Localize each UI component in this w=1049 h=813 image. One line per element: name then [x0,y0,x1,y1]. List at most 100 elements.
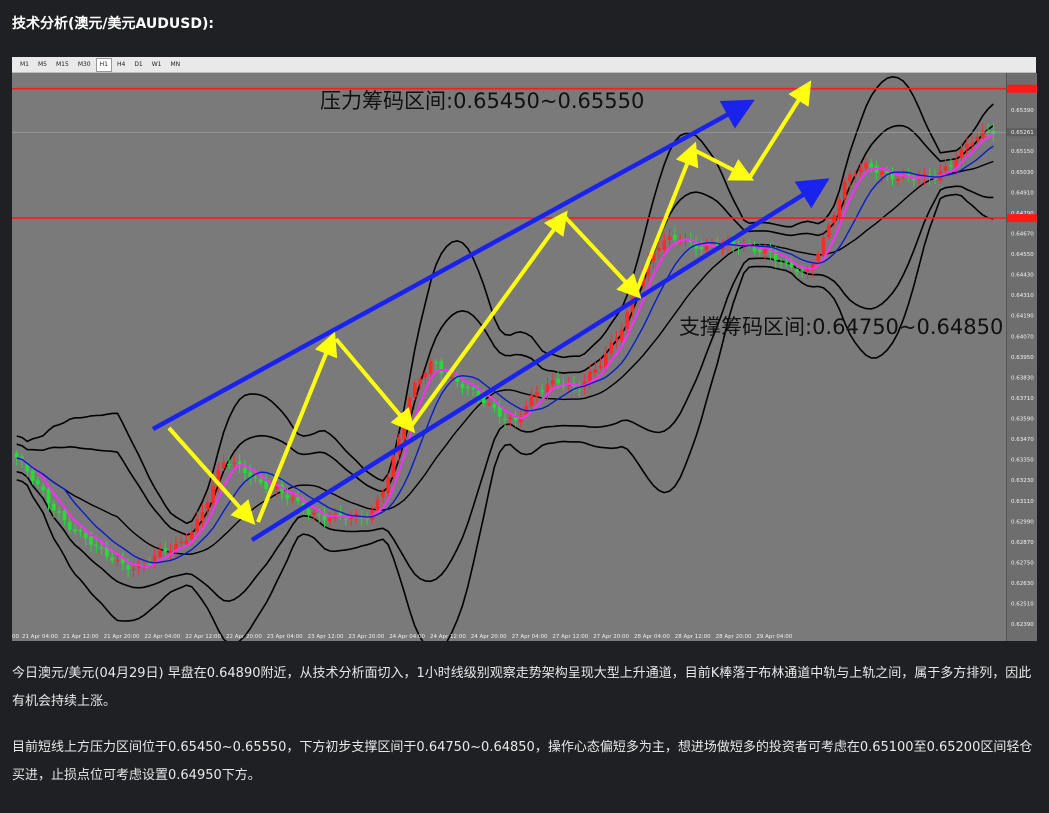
analysis-paragraph-2: 目前短线上方压力区间位于0.65450~0.65550，下方初步支撑区间于0.6… [12,740,1033,783]
candle-body [949,165,953,167]
candle-body [609,342,614,354]
time-tick-label: 28 Apr 12:00 [675,634,711,640]
candle-body [503,418,507,420]
candle-body [306,508,311,515]
candle-body [243,467,247,474]
timeframe-w1-button[interactable]: W1 [148,58,166,72]
time-tick-label: 27 Apr 20:00 [593,634,629,640]
candle [110,551,115,564]
candle-body [487,403,491,405]
support-zone-label: 支撑筹码区间:0.64750~0.64850 [679,315,1003,339]
time-tick-label: 23 Apr 04:00 [267,634,303,640]
candle [529,388,534,411]
price-tick-label: 0.63710 [1011,396,1034,402]
chart-window[interactable]: M1 M5 M15 M30 H1 H4 D1 W1 MN 00 21 Apr 04:00 21 Ap… [12,57,1037,641]
candle [174,536,178,558]
candle-body [598,366,603,368]
candle-body [89,536,93,545]
candle-body [147,563,152,565]
candle [779,258,783,269]
timeframe-m1-button[interactable]: M1 [16,58,33,72]
candle-body [99,547,104,549]
time-tick-label: 23 Apr 12:00 [308,634,344,640]
candle [36,476,40,489]
trend-arrow-3[interactable] [334,337,416,434]
candle-body [619,329,624,341]
candle-body [41,486,46,491]
candle-body [492,404,497,408]
candle-body [36,480,40,485]
candle [349,511,353,527]
price-tick-label: 0.62750 [1011,560,1034,566]
candle [614,330,619,349]
candle [890,166,895,186]
timeframe-d1-button[interactable]: D1 [130,58,146,72]
candle-body [184,540,189,544]
candle-body [163,548,168,552]
candle-body [200,511,205,521]
resistance-zone-label: 压力筹码区间:0.65450~0.65550 [320,89,644,113]
chart-plot-area[interactable]: 00 21 Apr 04:00 21 Apr 12:00 21 Apr 20:00 22… [12,73,1006,641]
price-tick-label: 0.62390 [1011,622,1034,628]
candle-body [816,253,821,262]
candle-body [285,494,290,499]
candle-body [94,544,99,546]
time-tick-label: 22 Apr 20:00 [226,634,262,640]
timeframe-m30-button[interactable]: M30 [74,58,95,72]
candle-body [858,167,863,173]
candle [365,512,369,526]
time-tick-label: 23 Apr 20:00 [348,634,384,640]
trend-arrow-5[interactable] [563,215,642,299]
timeframe-m15-button[interactable]: M15 [52,58,73,72]
candle-body [465,386,470,389]
candle-body [375,499,380,512]
candle [391,451,396,485]
price-tick-label: 0.64670 [1011,231,1034,237]
candle-body [412,382,417,397]
timeframe-mn-button[interactable]: MN [167,58,185,72]
price-tick-label: 0.63590 [1011,417,1034,423]
candle-body [131,568,136,571]
candle-body [312,512,316,515]
candle-body [205,502,210,510]
candle-body [471,387,476,390]
candle-body [381,491,385,498]
candle [864,157,868,172]
candle-body [126,565,130,570]
time-tick-label: 28 Apr 04:00 [634,634,670,640]
time-tick-label: 29 Apr 04:00 [756,634,792,640]
timeframe-m5-button[interactable]: M5 [34,58,51,72]
candle [439,357,444,380]
candle-body [232,462,237,465]
timeframe-h4-button[interactable]: H4 [113,58,129,72]
candle-body [964,143,969,150]
lower-channel-arrow[interactable] [250,178,830,542]
candle-body [195,518,199,532]
candle-body [980,130,985,139]
candle [906,168,911,182]
candle [874,160,879,180]
support-price-badge [1007,214,1037,223]
candle [322,507,327,528]
price-tick-label: 0.63470 [1011,437,1034,443]
timeframe-h1-button[interactable]: H1 [95,57,112,72]
candle [667,228,672,246]
candle-body [970,142,974,146]
candle-body [837,199,842,218]
candle [407,394,412,424]
price-axis[interactable]: 0.653900.652610.651500.650300.649100.647… [1006,73,1037,641]
candle [105,540,109,561]
candle-body [784,261,789,263]
price-tick-label: 0.63110 [1011,499,1034,505]
time-tick-label: 27 Apr 12:00 [552,634,588,640]
time-tick-label: 24 Apr 12:00 [430,634,466,640]
candle-body [673,234,677,240]
candle-body [880,171,884,175]
price-tick-label: 0.65150 [1011,149,1034,155]
time-tick-label: 21 Apr 20:00 [104,634,140,640]
candle-body [439,361,444,374]
price-tick-label: 0.65030 [1011,170,1034,176]
candle-body [317,514,322,516]
candle [970,135,974,151]
candle-body [67,521,72,530]
